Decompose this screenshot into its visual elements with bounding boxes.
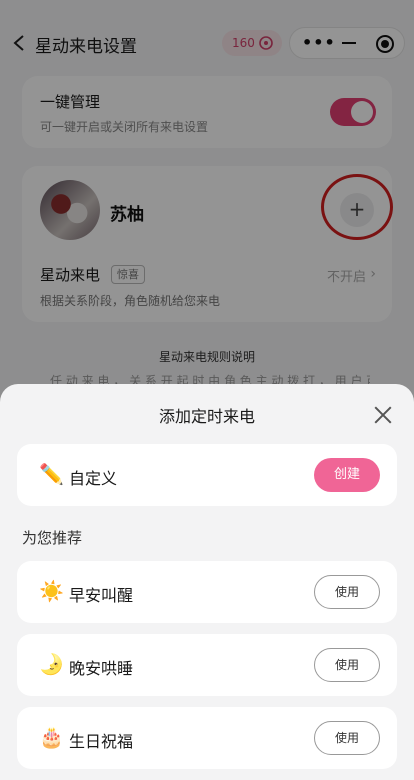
cake-icon: 🎂 <box>39 725 64 749</box>
close-icon[interactable] <box>372 404 394 426</box>
sheet-title: 添加定时来电 <box>158 407 255 426</box>
sun-icon: ☀️ <box>39 579 64 603</box>
section-title: 为您推荐 <box>22 529 83 547</box>
custom-label: 自定义 <box>69 469 118 488</box>
use-button[interactable]: 使用 <box>314 721 380 755</box>
custom-item: ✏️ 自定义 创建 <box>17 444 397 506</box>
moon-icon: 🌛 <box>39 652 64 676</box>
bottom-sheet: 添加定时来电 ✏️ 自定义 创建 为您推荐 ☀️ 早安叫醒 使用 🌛 晚安哄睡 … <box>0 384 414 780</box>
list-item: 🌛 晚安哄睡 使用 <box>17 634 397 696</box>
use-button[interactable]: 使用 <box>314 575 380 609</box>
pencil-icon: ✏️ <box>39 462 64 486</box>
create-button[interactable]: 创建 <box>314 458 380 492</box>
list-item: 🎂 生日祝福 使用 <box>17 707 397 769</box>
item-label: 晚安哄睡 <box>69 659 134 678</box>
item-label: 生日祝福 <box>69 732 134 751</box>
item-label: 早安叫醒 <box>69 586 134 605</box>
use-button[interactable]: 使用 <box>314 648 380 682</box>
list-item: ☀️ 早安叫醒 使用 <box>17 561 397 623</box>
